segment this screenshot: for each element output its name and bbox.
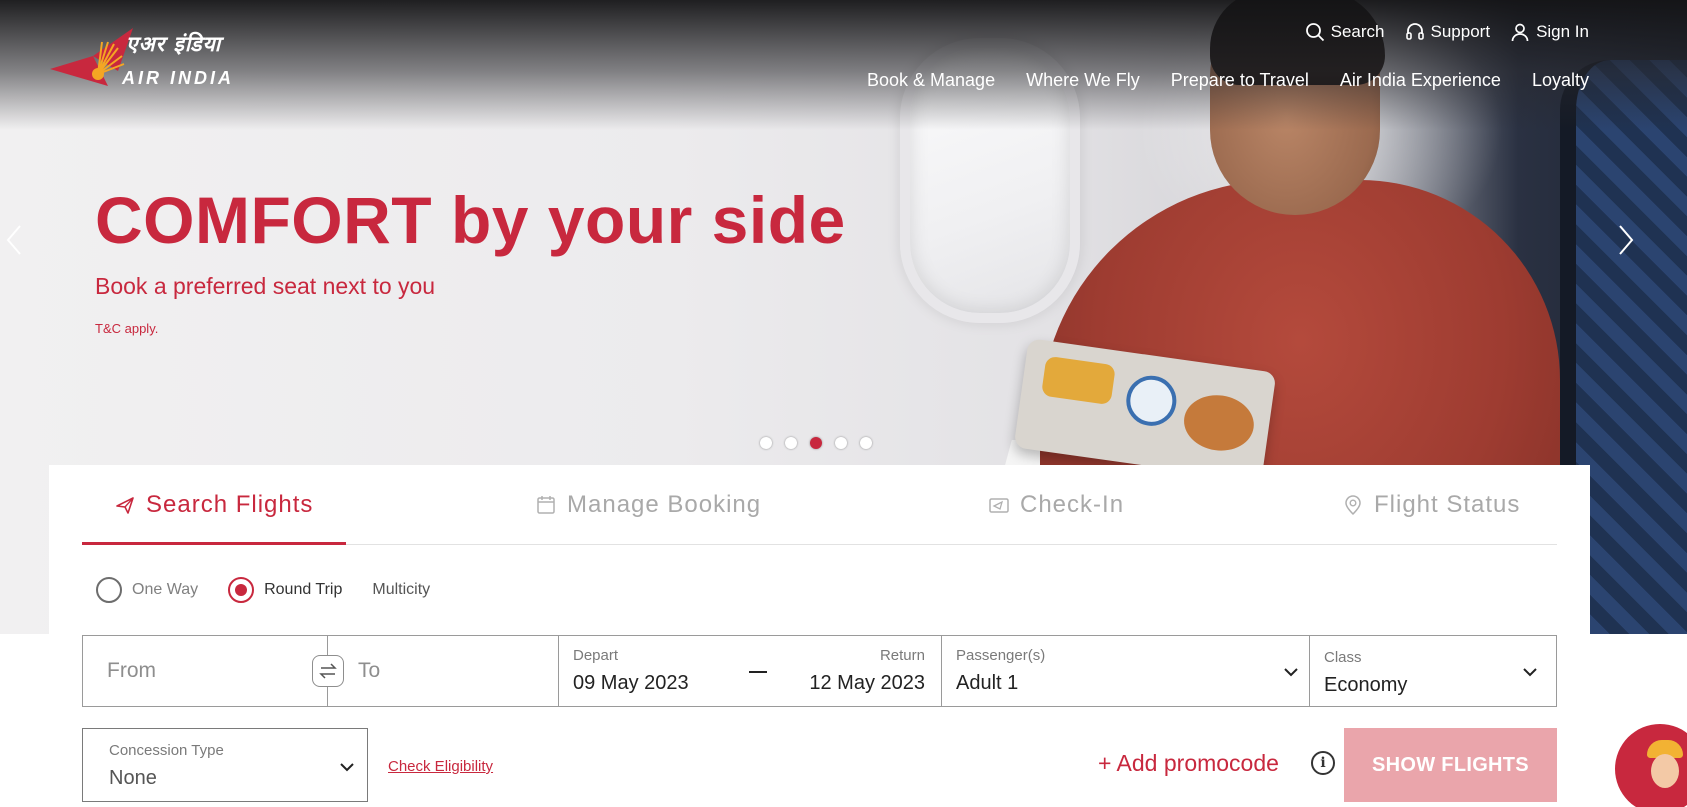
trip-type-selector: One Way Round Trip Multicity bbox=[96, 577, 430, 603]
one-way-label: One Way bbox=[132, 581, 199, 598]
swap-airports-button[interactable] bbox=[312, 655, 344, 687]
tab-flight-status[interactable]: Flight Status bbox=[1342, 465, 1520, 545]
passengers-value: Adult 1 bbox=[956, 672, 1019, 694]
depart-label: Depart bbox=[573, 647, 619, 664]
tab-manage-booking[interactable]: Manage Booking bbox=[535, 465, 761, 545]
nav-loyalty[interactable]: Loyalty bbox=[1532, 70, 1589, 91]
class-label: Class bbox=[1324, 649, 1362, 666]
tab-flight-status-label: Flight Status bbox=[1374, 491, 1521, 518]
logo-english-text: AIR INDIA bbox=[122, 68, 234, 88]
one-way-radio-circle[interactable] bbox=[96, 577, 122, 603]
sign-in-label: Sign In bbox=[1536, 22, 1589, 41]
return-value[interactable]: 12 May 2023 bbox=[809, 672, 925, 695]
carousel-dots bbox=[760, 437, 872, 449]
from-placeholder: From bbox=[107, 659, 156, 682]
nav-air-india-experience[interactable]: Air India Experience bbox=[1340, 70, 1501, 91]
concession-label: Concession Type bbox=[109, 742, 224, 759]
class-field[interactable]: Class Economy bbox=[1310, 636, 1556, 706]
logo-hindi-text: एअर इंडिया bbox=[126, 32, 222, 56]
info-icon[interactable]: i bbox=[1311, 751, 1335, 775]
tab-search-flights[interactable]: Search Flights bbox=[114, 465, 313, 545]
plane-icon bbox=[116, 497, 134, 514]
calendar-icon bbox=[537, 496, 555, 514]
swap-icon bbox=[319, 663, 337, 679]
support-link[interactable]: Support bbox=[1405, 22, 1491, 42]
main-nav: Book & Manage Where We Fly Prepare to Tr… bbox=[867, 70, 1589, 91]
tab-check-in[interactable]: Check-In bbox=[988, 465, 1124, 545]
carousel-dot-5[interactable] bbox=[860, 437, 872, 449]
air-india-logo[interactable]: एअर इंडिया AIR INDIA bbox=[48, 26, 268, 96]
chevron-down-icon bbox=[1284, 668, 1298, 677]
concession-type-select[interactable]: Concession Type None bbox=[82, 728, 368, 802]
round-trip-radio-circle[interactable] bbox=[228, 577, 255, 603]
multicity-option[interactable]: Multicity bbox=[372, 581, 430, 599]
flight-search-fields: From To Depart 09 May 2023 Return 12 May… bbox=[82, 635, 1557, 707]
date-range-field[interactable]: Depart 09 May 2023 Return 12 May 2023 bbox=[559, 636, 942, 706]
search-icon bbox=[1305, 23, 1324, 42]
round-trip-radio[interactable]: Round Trip bbox=[228, 577, 342, 603]
headset-icon bbox=[1405, 23, 1424, 40]
utility-nav: Search Support Sign In bbox=[1305, 22, 1589, 42]
carousel-dot-1[interactable] bbox=[760, 437, 772, 449]
booking-panel: Search Flights Manage Booking Check-In F… bbox=[49, 465, 1590, 807]
sign-in-link[interactable]: Sign In bbox=[1510, 22, 1589, 42]
date-separator bbox=[749, 671, 767, 673]
mascot-face-icon bbox=[1651, 754, 1679, 788]
one-way-radio[interactable]: One Way bbox=[96, 577, 198, 603]
class-value: Economy bbox=[1324, 674, 1408, 696]
concession-value: None bbox=[109, 767, 157, 789]
depart-value[interactable]: 09 May 2023 bbox=[573, 672, 689, 695]
to-placeholder: To bbox=[358, 659, 381, 682]
carousel-dot-4[interactable] bbox=[835, 437, 847, 449]
carousel-dot-2[interactable] bbox=[785, 437, 797, 449]
from-field[interactable]: From bbox=[83, 636, 344, 706]
carousel-prev-arrow-icon[interactable] bbox=[2, 220, 26, 260]
passengers-field[interactable]: Passenger(s) Adult 1 bbox=[942, 636, 1310, 706]
nav-prepare-to-travel[interactable]: Prepare to Travel bbox=[1171, 70, 1309, 91]
hero-headline: COMFORT by your side bbox=[95, 183, 846, 257]
carousel-dot-3-active[interactable] bbox=[810, 437, 822, 449]
support-label: Support bbox=[1430, 22, 1491, 41]
maharaja-chat-avatar[interactable] bbox=[1615, 724, 1687, 807]
tab-manage-booking-label: Manage Booking bbox=[567, 491, 762, 518]
show-flights-button[interactable]: SHOW FLIGHTS bbox=[1344, 728, 1557, 802]
chevron-down-icon bbox=[340, 763, 354, 772]
hero-subheadline: Book a preferred seat next to you bbox=[95, 273, 436, 299]
search-link[interactable]: Search bbox=[1305, 22, 1385, 42]
boarding-pass-icon bbox=[989, 498, 1009, 513]
passengers-label: Passenger(s) bbox=[956, 647, 1046, 664]
booking-tabs: Search Flights Manage Booking Check-In F… bbox=[82, 465, 1557, 545]
tab-check-in-label: Check-In bbox=[1020, 491, 1125, 518]
nav-book-manage[interactable]: Book & Manage bbox=[867, 70, 995, 91]
check-eligibility-link[interactable]: Check Eligibility bbox=[388, 758, 493, 775]
hero-tnc-link[interactable]: T&C apply. bbox=[95, 321, 158, 336]
return-label: Return bbox=[879, 647, 925, 664]
tab-search-flights-label: Search Flights bbox=[146, 491, 314, 518]
to-field[interactable]: To bbox=[328, 636, 559, 706]
add-promocode-link[interactable]: + Add promocode bbox=[1098, 750, 1279, 777]
round-trip-label: Round Trip bbox=[264, 581, 343, 598]
active-tab-underline bbox=[82, 542, 346, 545]
search-label: Search bbox=[1330, 22, 1385, 41]
user-icon bbox=[1511, 23, 1529, 42]
carousel-next-arrow-icon[interactable] bbox=[1614, 220, 1638, 260]
nav-where-we-fly[interactable]: Where We Fly bbox=[1026, 70, 1140, 91]
chevron-down-icon bbox=[1523, 668, 1537, 677]
location-pin-icon bbox=[1345, 495, 1361, 516]
